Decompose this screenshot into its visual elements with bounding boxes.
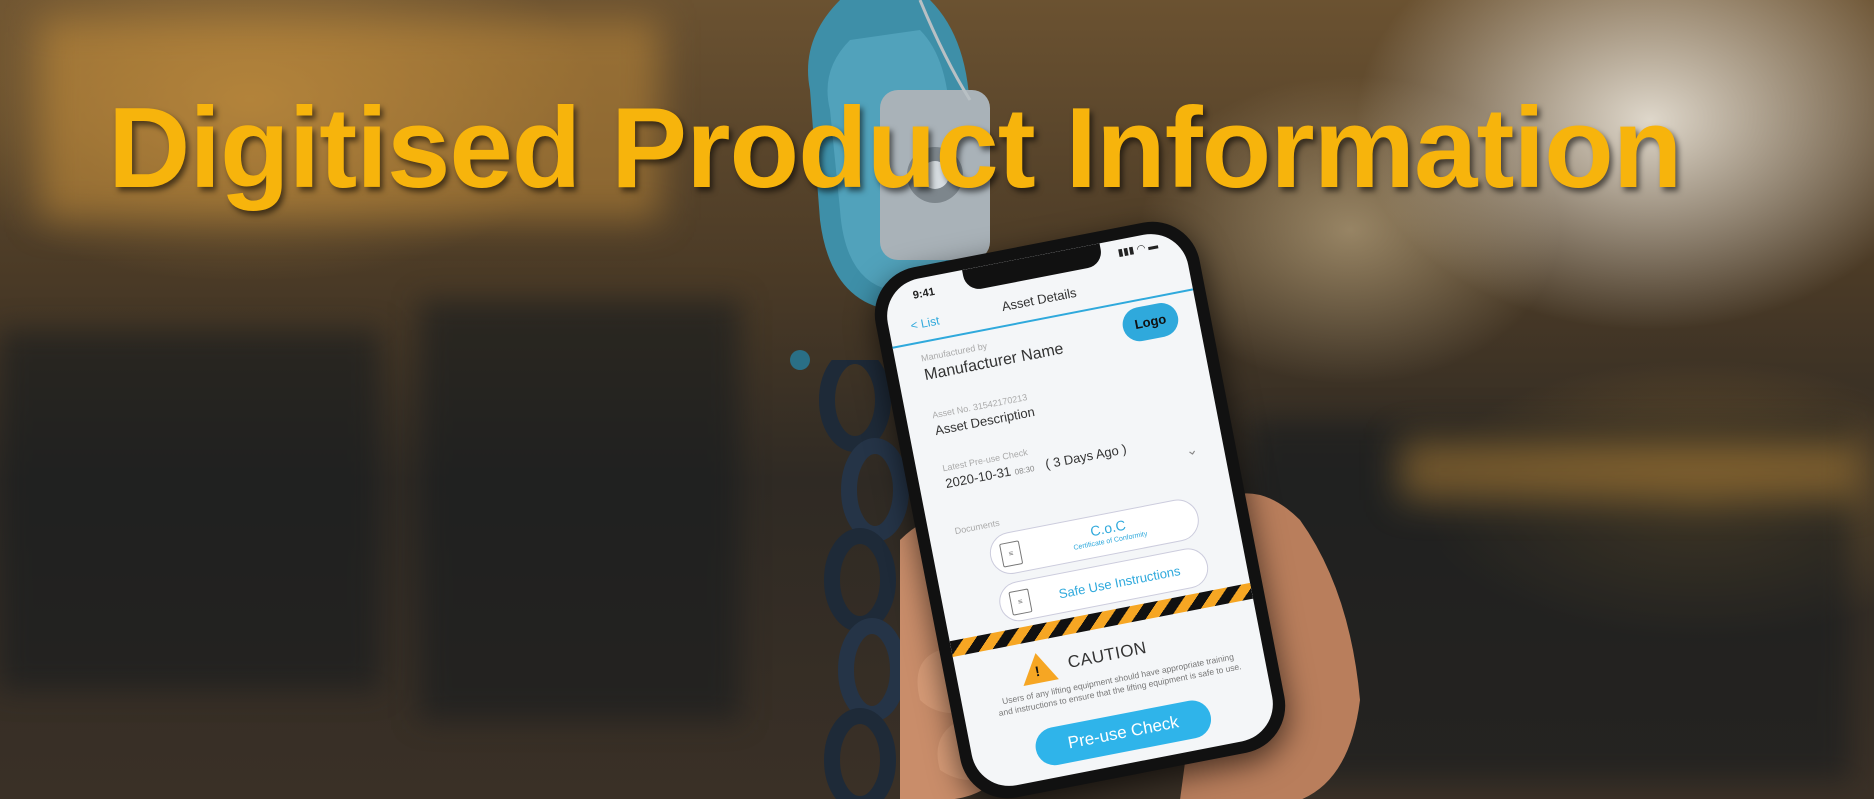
- background-structure: [0, 330, 380, 690]
- chevron-down-icon[interactable]: ⌄: [1184, 441, 1199, 460]
- asset-field: Asset No. 31542170213 Asset Description: [931, 391, 1036, 438]
- document-icon: ≡: [1008, 588, 1033, 616]
- status-time: 9:41: [911, 285, 936, 302]
- preuse-check-field[interactable]: Latest Pre-use Check 2020-10-31 08:30 ( …: [942, 428, 1128, 491]
- signal-wifi-battery-icon: ▮▮▮ ◠ ▬: [1116, 240, 1160, 259]
- preuse-check-button[interactable]: Pre-use Check: [1032, 697, 1215, 769]
- logo-cloud-icon: Logo: [1119, 300, 1182, 345]
- document-icon: ≡: [999, 540, 1024, 568]
- background-light: [1400, 440, 1860, 500]
- documents-label: Documents: [953, 517, 1001, 537]
- check-time: 08:30: [1013, 464, 1036, 477]
- caution-title: CAUTION: [1066, 638, 1149, 672]
- photo-scene: Digitised Product Information 9:41 ▮▮▮ ◠…: [0, 0, 1874, 799]
- headline-title: Digitised Product Information: [108, 85, 1682, 212]
- background-structure: [420, 300, 740, 720]
